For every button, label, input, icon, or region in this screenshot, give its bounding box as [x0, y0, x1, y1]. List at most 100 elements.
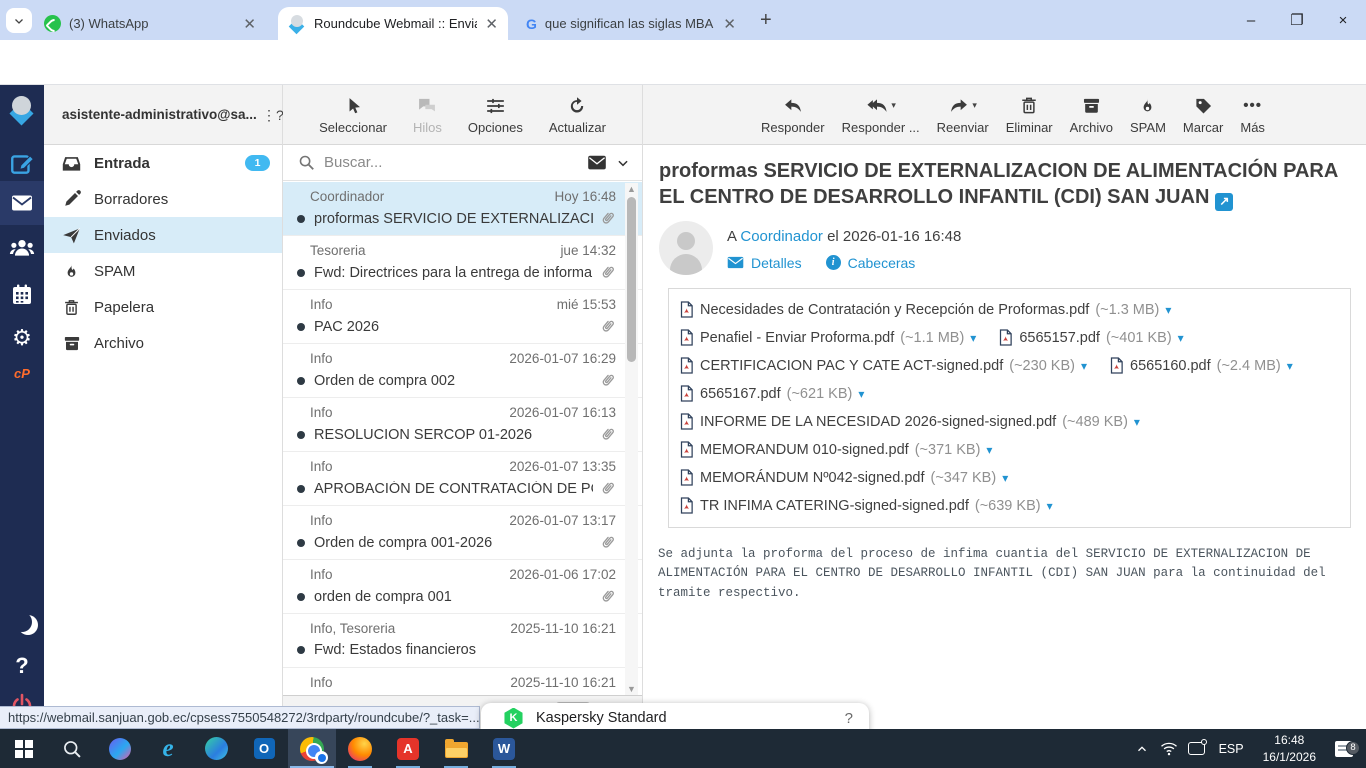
archive-button[interactable]: Archivo: [1070, 94, 1113, 135]
tab-close-icon[interactable]: ✕: [723, 15, 736, 33]
sidebar-item-papelera[interactable]: Papelera: [44, 289, 282, 325]
more-button[interactable]: ••• Más: [1240, 94, 1265, 135]
message-row[interactable]: CoordinadorHoy 16:48 proformas SERVICIO …: [283, 182, 642, 236]
attachment-item[interactable]: CERTIFICACION PAC Y CATE ACT-signed.pdf(…: [679, 353, 1087, 379]
window-close-button[interactable]: ×: [1320, 0, 1366, 40]
search-options-chevron-icon[interactable]: [616, 156, 630, 170]
sidebar-item-spam[interactable]: SPAM: [44, 253, 282, 289]
reply-button[interactable]: Responder: [761, 94, 825, 135]
attachment-menu-caret-icon[interactable]: ▾: [986, 443, 992, 457]
attachment-menu-caret-icon[interactable]: ▾: [1134, 415, 1140, 429]
cpanel-icon[interactable]: cP: [0, 366, 44, 381]
attachment-item[interactable]: Penafiel - Enviar Proforma.pdf(~1.1 MB)▾: [679, 325, 976, 351]
file-explorer-button[interactable]: [432, 729, 480, 768]
attachment-menu-caret-icon[interactable]: ▾: [1165, 303, 1171, 317]
edge-button[interactable]: [192, 729, 240, 768]
dark-mode-button[interactable]: [0, 612, 44, 632]
attachment-item[interactable]: MEMORÁNDUM Nº042-signed.pdf(~347 KB)▾: [679, 465, 1008, 491]
select-button[interactable]: Seleccionar: [319, 94, 387, 135]
attachment-menu-caret-icon[interactable]: ▾: [1002, 471, 1008, 485]
taskbar-search-button[interactable]: [48, 729, 96, 768]
word-button[interactable]: W: [480, 729, 528, 768]
mark-button[interactable]: Marcar: [1183, 94, 1223, 135]
tab-google-search[interactable]: G que significan las siglas MBA EN ✕: [516, 7, 746, 40]
kaspersky-help-button[interactable]: ?: [845, 710, 853, 727]
tab-close-icon[interactable]: ✕: [485, 15, 498, 33]
rail-settings-button[interactable]: ⚙: [0, 325, 44, 351]
message-row[interactable]: Info2025-11-10 16:21: [283, 668, 642, 695]
copilot-button[interactable]: [96, 729, 144, 768]
message-row[interactable]: Info2026-01-06 17:02 orden de compra 001: [283, 560, 642, 614]
spam-button[interactable]: SPAM: [1130, 94, 1166, 135]
firefox-button[interactable]: [336, 729, 384, 768]
new-tab-button[interactable]: +: [760, 9, 772, 32]
message-row[interactable]: Info2026-01-07 13:35 APROBACIÓN DE CONTR…: [283, 452, 642, 506]
attachment-menu-caret-icon[interactable]: ▾: [858, 387, 864, 401]
sidebar-item-entrada[interactable]: Entrada 1: [44, 145, 282, 181]
search-scope-mail-icon[interactable]: [587, 155, 607, 171]
scroll-up-icon[interactable]: ▲: [627, 183, 636, 195]
tab-close-icon[interactable]: ✕: [243, 15, 256, 33]
forward-button[interactable]: ▾ Reenviar: [937, 94, 989, 135]
sidebar-item-enviados[interactable]: Enviados: [44, 217, 282, 253]
internet-explorer-button[interactable]: e: [144, 729, 192, 768]
sidebar-item-borradores[interactable]: Borradores: [44, 181, 282, 217]
scrollbar-thumb[interactable]: [627, 197, 636, 362]
search-input[interactable]: [324, 154, 578, 171]
message-row[interactable]: Info, Tesoreria2025-11-10 16:21 Fwd: Est…: [283, 614, 642, 668]
attachment-menu-caret-icon[interactable]: ▾: [1047, 499, 1053, 513]
headers-link[interactable]: Cabeceras: [848, 255, 916, 271]
refresh-list-button[interactable]: Actualizar: [549, 94, 606, 135]
tray-expand-button[interactable]: [1129, 742, 1156, 756]
compose-button[interactable]: [0, 151, 44, 177]
list-scrollbar[interactable]: ▲ ▼: [625, 183, 638, 695]
outlook-button[interactable]: O: [240, 729, 288, 768]
window-minimize-button[interactable]: –: [1228, 0, 1274, 40]
reply-all-button[interactable]: ▾ Responder ...: [842, 94, 920, 135]
window-restore-button[interactable]: ❐: [1274, 0, 1320, 40]
attachment-menu-caret-icon[interactable]: ▾: [1081, 359, 1087, 373]
forward-caret-icon[interactable]: ▾: [972, 100, 977, 111]
message-row[interactable]: Info2026-01-07 16:29 Orden de compra 002: [283, 344, 642, 398]
meet-now-button[interactable]: [1183, 742, 1210, 755]
attachment-item[interactable]: INFORME DE LA NECESIDAD 2026-signed-sign…: [679, 409, 1140, 435]
rail-contacts-button[interactable]: [0, 235, 44, 261]
attachment-item[interactable]: 6565167.pdf(~621 KB)▾: [679, 381, 864, 407]
attachment-menu-caret-icon[interactable]: ▾: [970, 331, 976, 345]
attachment-item[interactable]: MEMORANDUM 010-signed.pdf(~371 KB)▾: [679, 437, 992, 463]
clock[interactable]: 16:4816/1/2026: [1253, 732, 1326, 764]
details-link[interactable]: Detalles: [751, 255, 802, 271]
message-row[interactable]: Tesoreriajue 14:32 Fwd: Directrices para…: [283, 236, 642, 290]
scroll-down-icon[interactable]: ▼: [627, 683, 636, 695]
sidebar-item-archivo[interactable]: Archivo: [44, 325, 282, 361]
attachment-item[interactable]: 6565157.pdf(~401 KB)▾: [998, 325, 1183, 351]
acrobat-button[interactable]: A: [384, 729, 432, 768]
chrome-button[interactable]: [288, 729, 336, 768]
message-row[interactable]: Infomié 15:53 PAC 2026: [283, 290, 642, 344]
notification-center-button[interactable]: 8: [1326, 741, 1362, 757]
attachment-menu-caret-icon[interactable]: ▾: [1178, 331, 1184, 345]
rail-calendar-button[interactable]: [0, 283, 44, 307]
attachment-item[interactable]: 6565160.pdf(~2.4 MB)▾: [1109, 353, 1293, 379]
account-header[interactable]: asistente-administrativo@sa... ⋮?: [44, 85, 282, 145]
recipient-link[interactable]: Coordinador: [740, 228, 823, 245]
attachment-item[interactable]: Necesidades de Contratación y Recepción …: [679, 297, 1171, 323]
reply-all-caret-icon[interactable]: ▾: [891, 100, 896, 111]
rail-mail-button[interactable]: [0, 191, 44, 215]
open-in-new-window-icon[interactable]: ↗: [1215, 193, 1233, 211]
account-menu-icon[interactable]: ⋮?: [262, 112, 270, 118]
message-row[interactable]: Info2026-01-07 13:17 Orden de compra 001…: [283, 506, 642, 560]
tab-roundcube[interactable]: Roundcube Webmail :: Enviados ✕: [278, 7, 508, 40]
attachment-menu-caret-icon[interactable]: ▾: [1287, 359, 1293, 373]
threads-button[interactable]: Hilos: [413, 94, 442, 135]
message-row[interactable]: Info2026-01-07 16:13 RESOLUCION SERCOP 0…: [283, 398, 642, 452]
language-indicator[interactable]: ESP: [1210, 742, 1253, 756]
help-button[interactable]: ?: [0, 653, 44, 679]
wifi-button[interactable]: [1156, 741, 1183, 756]
tab-whatsapp[interactable]: (3) WhatsApp ✕: [34, 7, 266, 40]
tab-search-button[interactable]: [6, 8, 32, 33]
delete-button[interactable]: Eliminar: [1006, 94, 1053, 135]
attachment-item[interactable]: TR INFIMA CATERING-signed-signed.pdf(~63…: [679, 493, 1053, 519]
options-button[interactable]: Opciones: [468, 94, 523, 135]
start-button[interactable]: [0, 729, 48, 768]
